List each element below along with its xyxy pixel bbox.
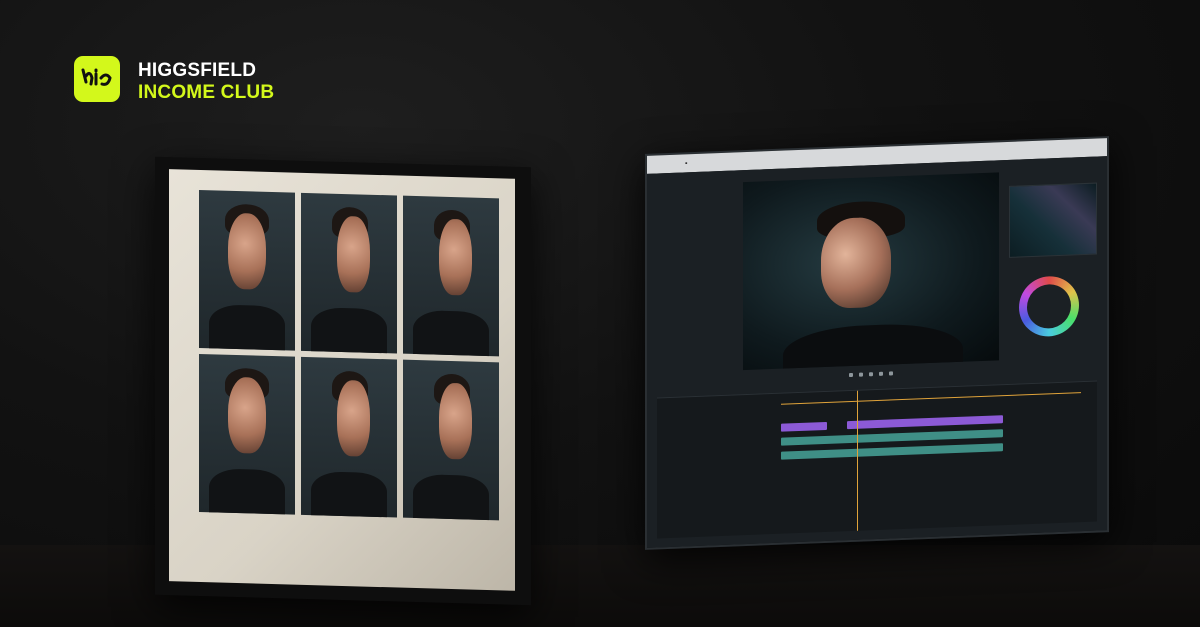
- playhead[interactable]: [857, 390, 858, 531]
- timeline-clip[interactable]: [781, 429, 1003, 446]
- portrait-grid: [199, 189, 499, 521]
- brand-lockup: HIGGSFIELD INCOME CLUB: [74, 56, 274, 104]
- portrait-photo-profile: [403, 359, 499, 521]
- timeline-panel[interactable]: [657, 380, 1097, 539]
- timeline-clip[interactable]: [781, 443, 1003, 460]
- brand-subtitle: INCOME CLUB: [138, 82, 275, 103]
- video-editor-icon: ▪: [685, 159, 688, 167]
- portrait-photo-front: [199, 189, 295, 351]
- video-editor-app: [647, 156, 1107, 548]
- portrait-photo-front: [199, 353, 295, 515]
- portrait-photo-three-quarter: [301, 356, 397, 518]
- portrait-photo-three-quarter: [301, 192, 397, 354]
- brand-name: HIGGSFIELD: [138, 60, 257, 81]
- portrait-photo-profile: [403, 195, 499, 357]
- timeline-clip[interactable]: [781, 421, 827, 432]
- editing-monitor: ▪: [645, 136, 1109, 550]
- photo-frame: [155, 156, 531, 606]
- timeline-ruler[interactable]: [781, 384, 1081, 405]
- hic-monogram-icon: [74, 56, 120, 102]
- color-wheel[interactable]: [1019, 275, 1079, 338]
- waveform-scope: [1009, 182, 1097, 258]
- play-icon[interactable]: [869, 372, 873, 377]
- timeline-clip[interactable]: [847, 415, 1003, 430]
- step-forward-icon[interactable]: [879, 371, 883, 376]
- program-viewer: [743, 172, 999, 371]
- frame-mat: [169, 169, 515, 591]
- rewind-icon[interactable]: [849, 372, 853, 378]
- step-back-icon[interactable]: [859, 372, 863, 377]
- fast-forward-icon[interactable]: [889, 371, 893, 376]
